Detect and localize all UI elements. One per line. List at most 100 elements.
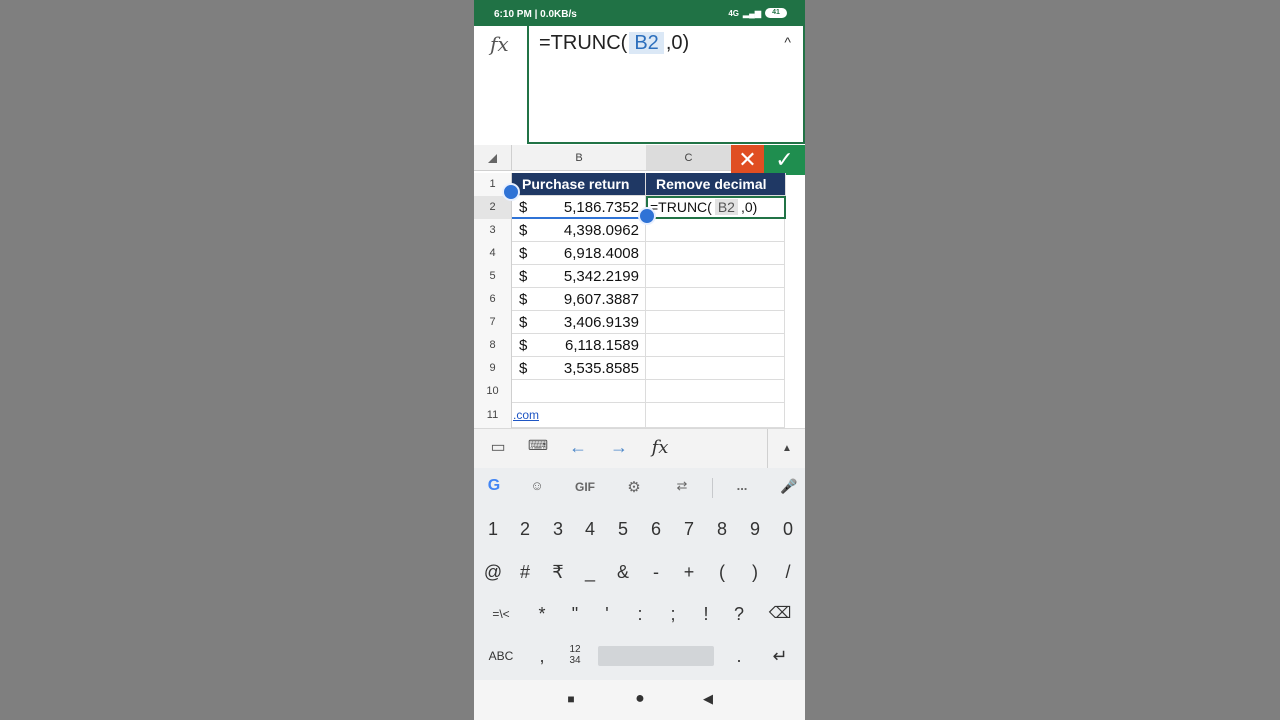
collapse-chevron-icon[interactable]: ^ bbox=[784, 34, 791, 50]
cell-b10[interactable] bbox=[512, 380, 646, 403]
key-plus[interactable]: + bbox=[674, 552, 704, 592]
status-icons: 4G ▂▄▆ 41 bbox=[728, 8, 787, 18]
cell-c2-editing[interactable]: =TRUNC(B2,0) bbox=[646, 196, 786, 219]
formula-cell-ref[interactable]: B2 bbox=[629, 32, 664, 54]
key-colon[interactable]: : bbox=[625, 594, 655, 634]
translate-icon[interactable]: ⇄ bbox=[667, 478, 697, 494]
more-icon[interactable]: ... bbox=[727, 478, 757, 493]
row-header-7[interactable]: 7 bbox=[474, 311, 512, 334]
formula-input[interactable]: =TRUNC(B2,0) ^ bbox=[527, 26, 805, 144]
gear-icon[interactable]: ⚙ bbox=[619, 478, 649, 496]
fx-icon[interactable]: fx bbox=[490, 32, 509, 56]
selection-handle-end[interactable] bbox=[638, 207, 656, 225]
cell-b11-link[interactable]: .com bbox=[512, 403, 646, 428]
key-semicolon[interactable]: ; bbox=[658, 594, 688, 634]
home-icon[interactable]: ● bbox=[625, 690, 655, 708]
column-header-c[interactable]: C bbox=[646, 145, 731, 171]
key-slash[interactable]: / bbox=[773, 552, 803, 592]
cell-c3[interactable] bbox=[646, 219, 785, 242]
key-7[interactable]: 7 bbox=[674, 509, 704, 549]
formula-text[interactable]: =TRUNC(B2,0) bbox=[539, 32, 689, 55]
key-period[interactable]: . bbox=[724, 636, 754, 676]
cell-b7[interactable]: $3,406.9139 bbox=[512, 311, 646, 334]
back-icon[interactable]: ◀ bbox=[693, 691, 723, 707]
key-abc[interactable]: ABC bbox=[486, 636, 516, 676]
key-more-symbols[interactable]: =\< bbox=[486, 594, 516, 634]
google-icon[interactable]: G bbox=[479, 477, 509, 495]
android-nav-bar: ■ ● ◀ bbox=[474, 680, 805, 720]
rename-sheet-icon[interactable]: ▭ bbox=[483, 437, 513, 457]
enter-icon[interactable]: ↵ bbox=[765, 636, 795, 676]
cell-value: 4,398.0962 bbox=[563, 222, 639, 239]
row-header-3[interactable]: 3 bbox=[474, 219, 512, 242]
keyboard-icon[interactable]: ⌨ bbox=[523, 437, 553, 454]
key-3[interactable]: 3 bbox=[543, 509, 573, 549]
cell-b8[interactable]: $6,118.1589 bbox=[512, 334, 646, 357]
key-comma[interactable]: , bbox=[527, 636, 557, 676]
key-single-quote[interactable]: ' bbox=[592, 594, 622, 634]
key-close-paren[interactable]: ) bbox=[740, 552, 770, 592]
row-header-4[interactable]: 4 bbox=[474, 242, 512, 265]
confirm-edit-button[interactable]: ✓ bbox=[764, 145, 805, 175]
key-2[interactable]: 2 bbox=[510, 509, 540, 549]
formula-prefix: =TRUNC( bbox=[539, 32, 628, 54]
key-numpad[interactable]: 12 34 bbox=[560, 636, 590, 676]
row-header-10[interactable]: 10 bbox=[474, 380, 512, 403]
cell-b4[interactable]: $6,918.4008 bbox=[512, 242, 646, 265]
cell-b6[interactable]: $9,607.3887 bbox=[512, 288, 646, 311]
cancel-edit-button[interactable]: ✕ bbox=[731, 145, 764, 175]
backspace-icon[interactable]: ⌫ bbox=[765, 594, 795, 634]
cell-c10[interactable] bbox=[646, 380, 785, 403]
key-ampersand[interactable]: & bbox=[608, 552, 638, 592]
key-underscore[interactable]: _ bbox=[575, 552, 605, 592]
key-open-paren[interactable]: ( bbox=[707, 552, 737, 592]
edit-prefix: =TRUNC( bbox=[650, 199, 712, 215]
key-9[interactable]: 9 bbox=[740, 509, 770, 549]
cell-c9[interactable] bbox=[646, 357, 785, 380]
key-double-quote[interactable]: " bbox=[560, 594, 590, 634]
key-0[interactable]: 0 bbox=[773, 509, 803, 549]
left-arrow-icon[interactable]: ← bbox=[563, 437, 593, 458]
insert-function-icon[interactable]: fx bbox=[645, 437, 675, 458]
cell-c4[interactable] bbox=[646, 242, 785, 265]
row-header-11[interactable]: 11 bbox=[474, 403, 512, 428]
cell-b2[interactable]: $5,186.7352 bbox=[512, 196, 646, 219]
recents-icon[interactable]: ■ bbox=[556, 692, 586, 706]
key-1[interactable]: 1 bbox=[478, 509, 508, 549]
cell-c6[interactable] bbox=[646, 288, 785, 311]
key-4[interactable]: 4 bbox=[575, 509, 605, 549]
row-header-9[interactable]: 9 bbox=[474, 357, 512, 380]
key-exclamation[interactable]: ! bbox=[691, 594, 721, 634]
key-hash[interactable]: # bbox=[510, 552, 540, 592]
select-all-corner[interactable] bbox=[474, 145, 512, 171]
row-header-6[interactable]: 6 bbox=[474, 288, 512, 311]
cell-c1[interactable]: Remove decimal bbox=[646, 173, 786, 196]
row-header-5[interactable]: 5 bbox=[474, 265, 512, 288]
cell-c5[interactable] bbox=[646, 265, 785, 288]
cell-b9[interactable]: $3,535.8585 bbox=[512, 357, 646, 380]
column-header-b[interactable]: B bbox=[512, 145, 646, 171]
gif-button[interactable]: GIF bbox=[570, 480, 600, 494]
key-8[interactable]: 8 bbox=[707, 509, 737, 549]
expand-up-icon[interactable]: ▲ bbox=[772, 443, 802, 454]
cell-b5[interactable]: $5,342.2199 bbox=[512, 265, 646, 288]
cell-c8[interactable] bbox=[646, 334, 785, 357]
currency-symbol: $ bbox=[519, 314, 528, 331]
row-header-8[interactable]: 8 bbox=[474, 334, 512, 357]
cell-b1[interactable]: Purchase return bbox=[512, 173, 646, 196]
selection-handle-start[interactable] bbox=[502, 183, 520, 201]
right-arrow-icon[interactable]: → bbox=[604, 437, 634, 458]
cell-c7[interactable] bbox=[646, 311, 785, 334]
sticker-icon[interactable]: ☺ bbox=[522, 478, 552, 493]
key-at[interactable]: @ bbox=[478, 552, 508, 592]
mic-icon[interactable]: 🎤 bbox=[774, 478, 804, 495]
key-minus[interactable]: - bbox=[641, 552, 671, 592]
key-question[interactable]: ? bbox=[724, 594, 754, 634]
key-asterisk[interactable]: * bbox=[527, 594, 557, 634]
cell-b3[interactable]: $4,398.0962 bbox=[512, 219, 646, 242]
key-5[interactable]: 5 bbox=[608, 509, 638, 549]
space-bar[interactable] bbox=[598, 646, 714, 666]
key-6[interactable]: 6 bbox=[641, 509, 671, 549]
key-rupee[interactable]: ₹ bbox=[543, 552, 573, 592]
cell-c11[interactable] bbox=[646, 403, 785, 428]
